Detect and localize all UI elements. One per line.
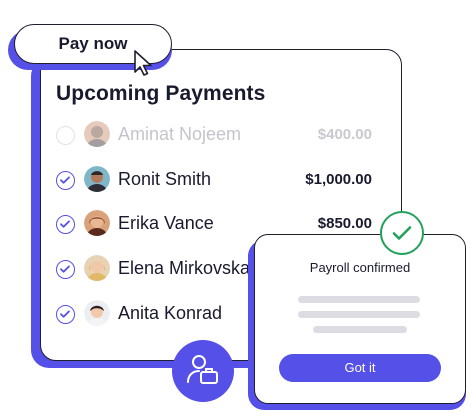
checkmark-icon [60,265,70,273]
payment-row[interactable]: Aminat Nojeem $400.00 [54,118,384,154]
payee-name: Anita Konrad [118,303,223,323]
avatar [84,166,110,192]
checkmark-icon [60,220,70,228]
dialog-title: Payroll confirmed [309,260,411,275]
avatar [84,121,110,147]
payment-row[interactable]: Ronit Smith $1,000.00 [54,163,384,199]
placeholder-line [298,311,420,318]
checkbox-checked[interactable] [56,171,75,190]
avatar [84,300,110,326]
success-badge [380,211,424,255]
pointer-cursor-icon [134,50,152,76]
got-it-button[interactable]: Got it [279,354,441,382]
avatar [84,210,110,236]
checkbox-unchecked[interactable] [56,126,75,145]
payee-name: Ronit Smith [118,169,212,189]
checkmark-icon [60,310,70,318]
payment-amount: $1,000.00 [305,171,372,188]
success-check-icon [392,226,412,240]
checkbox-checked[interactable] [56,260,75,279]
user-payroll-icon [187,355,218,384]
payment-amount: $850.00 [317,215,372,232]
placeholder-line [298,296,420,303]
payroll-icon-circle [172,340,234,402]
checkmark-icon [60,176,70,184]
payee-name: Erika Vance [118,213,214,233]
card-title: Upcoming Payments [56,82,266,105]
payment-amount: $400.00 [317,126,372,143]
checkbox-checked[interactable] [56,215,75,234]
placeholder-line [313,326,407,333]
payee-name: Elena Mirkovska [118,258,251,278]
avatar [84,255,110,281]
checkbox-checked[interactable] [56,305,75,324]
payee-name: Aminat Nojeem [118,124,242,144]
